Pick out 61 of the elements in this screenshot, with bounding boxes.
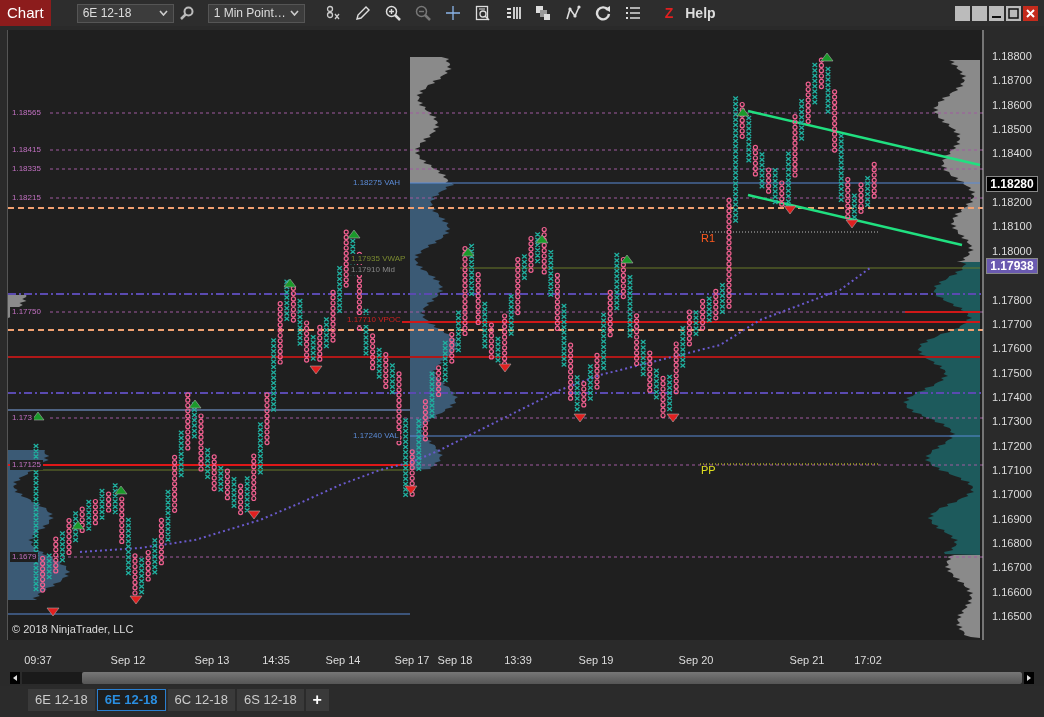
price-label: 1.16600: [992, 585, 1032, 599]
copyright-text: © 2018 NinjaTrader, LLC: [12, 622, 134, 637]
study-label: 1.18275 VAH: [352, 178, 401, 188]
time-label: Sep 19: [578, 653, 614, 668]
time-label: 09:37: [24, 653, 52, 668]
time-label: 13:39: [504, 653, 532, 668]
price-label: 1.17700: [992, 317, 1032, 331]
price-label: 1.18600: [992, 98, 1032, 112]
level-label: 1.18215: [10, 193, 43, 203]
study-label: 1.17710 VPOC: [346, 315, 402, 325]
price-label: 1.18200: [992, 196, 1032, 210]
price-label: 1.18000: [992, 244, 1032, 258]
study-label: 1.17910 Mid: [350, 265, 397, 275]
level-label: 1.1679: [10, 552, 39, 562]
price-label: 1.16700: [992, 561, 1032, 575]
price-label: 1.17600: [992, 342, 1032, 356]
time-label: 17:02: [854, 653, 882, 668]
help-menu[interactable]: Help: [685, 2, 716, 24]
level-label: 1.18415: [10, 145, 43, 155]
price-marker: 1.18280: [986, 176, 1038, 192]
price-label: 1.17300: [992, 415, 1032, 429]
price-label: 1.17200: [992, 439, 1032, 453]
chart-tab[interactable]: 6S 12-18: [237, 689, 304, 711]
time-label: Sep 13: [194, 653, 230, 668]
chart-button[interactable]: Chart: [0, 0, 51, 26]
interval-dropdown[interactable]: 1 Min Point…: [207, 3, 305, 23]
time-label: Sep 21: [789, 653, 825, 668]
pivot-label: R1: [701, 232, 716, 244]
price-label: 1.17000: [992, 488, 1032, 502]
price-label: 1.17800: [992, 293, 1032, 307]
pivot-label: PP: [701, 464, 716, 476]
instrument-dropdown[interactable]: 6E 12-18: [76, 3, 174, 23]
study-label: 1.17240 VAL: [352, 431, 400, 441]
price-label: 1.17500: [992, 366, 1032, 380]
price-marker: 1.17938: [986, 258, 1038, 274]
time-label: Sep 14: [325, 653, 361, 668]
price-label: 1.18400: [992, 147, 1032, 161]
price-label: 1.17400: [992, 390, 1032, 404]
chart-tab[interactable]: 6E 12-18: [96, 689, 166, 711]
price-label: 1.17100: [992, 463, 1032, 477]
study-label: 1.17935 VWAP: [350, 254, 407, 264]
level-label: 1.17750: [10, 307, 43, 317]
time-label: Sep 12: [110, 653, 146, 668]
price-label: 1.16500: [992, 610, 1032, 624]
level-label: 1.18335: [10, 164, 43, 174]
time-label: Sep 20: [678, 653, 714, 668]
level-label: 1.173: [10, 413, 35, 423]
chart-tab[interactable]: 6C 12-18: [167, 689, 235, 711]
price-label: 1.18100: [992, 220, 1032, 234]
price-label: 1.18700: [992, 74, 1032, 88]
price-label: 1.16800: [992, 537, 1032, 550]
level-label: 1.18565: [10, 108, 43, 118]
time-label: Sep 18: [437, 653, 473, 668]
time-label: Sep 17: [394, 653, 430, 668]
time-label: 14:35: [262, 653, 290, 668]
price-label: 1.18500: [992, 123, 1032, 137]
add-tab-button[interactable]: +: [305, 689, 329, 711]
level-label: 1.17125: [10, 460, 43, 470]
price-label: 1.16900: [992, 512, 1032, 526]
price-label: 1.18800: [992, 50, 1032, 63]
chart-tab[interactable]: 6E 12-18: [28, 689, 95, 711]
